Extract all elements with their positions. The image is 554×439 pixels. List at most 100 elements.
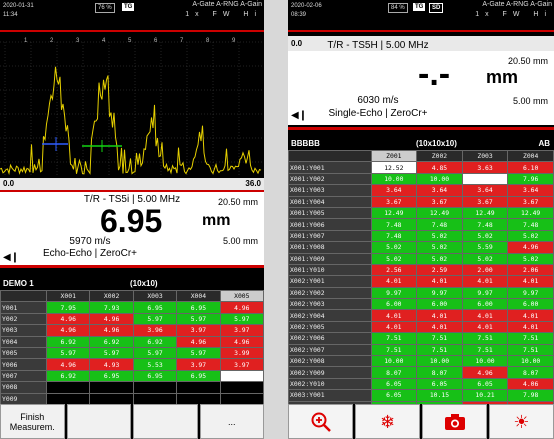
row-header[interactable]: Y008 — [0, 381, 48, 394]
row-header[interactable]: Y009 — [0, 392, 48, 405]
grid-cell[interactable]: 6.10 — [507, 161, 554, 174]
grid-cell[interactable]: 2.56 — [370, 263, 418, 277]
grid-cell[interactable]: 6.00 — [370, 298, 418, 311]
grid-cell[interactable]: 4.96 — [46, 358, 91, 371]
grid-cell[interactable]: 6.95 — [176, 301, 221, 314]
grid-cell[interactable]: 9.97 — [370, 286, 418, 300]
grid-cell[interactable]: 7.48 — [416, 218, 463, 231]
row-header[interactable]: X002:Y010 — [288, 377, 372, 391]
grid-cell[interactable]: 10.00 — [461, 355, 509, 368]
grid-cell[interactable]: 4.96 — [507, 241, 554, 254]
grid-cell[interactable]: 4.01 — [416, 275, 463, 288]
grid-cell[interactable]: 5.97 — [132, 312, 178, 326]
thickness-grid-table[interactable]: Z001 Z002 Z003 Z004 X001:Y001 12.52 4.85 3.63 6.… — [288, 149, 554, 414]
row-header[interactable]: X001:Y006 — [288, 218, 372, 231]
grid-cell[interactable]: 10.00 — [370, 172, 418, 186]
grid-cell[interactable]: 5.97 — [46, 346, 91, 360]
grid-cell[interactable]: 10.00 — [416, 355, 463, 368]
grid-cell[interactable]: 4.93 — [89, 358, 134, 371]
grid-cell[interactable]: 2.59 — [416, 263, 463, 277]
grid-cell[interactable]: 4.96 — [461, 366, 509, 379]
grid-cell[interactable]: 5.53 — [132, 358, 178, 371]
row-header[interactable]: X001:Y007 — [288, 229, 372, 243]
grid-cell[interactable]: 7.48 — [370, 229, 418, 243]
row-header[interactable]: X002:Y008 — [288, 355, 372, 368]
grid-cell[interactable]: 4.01 — [461, 275, 509, 288]
row-header[interactable]: X001:Y010 — [288, 263, 372, 277]
grid-cell[interactable]: 6.05 — [461, 377, 509, 391]
grid-cell[interactable]: 4.01 — [370, 320, 418, 334]
grid-cell[interactable]: 3.63 — [461, 161, 509, 174]
grid-cell[interactable]: 6.05 — [370, 389, 418, 402]
row-header[interactable]: Y006 — [0, 358, 48, 371]
grid-cell[interactable]: 3.67 — [507, 195, 554, 208]
grid-cell[interactable]: 5.97 — [132, 346, 178, 360]
grid-cell[interactable]: 3.64 — [416, 184, 463, 197]
grid-cell[interactable] — [89, 392, 134, 405]
snapshot-icon[interactable] — [422, 404, 487, 439]
grid-cell[interactable]: 7.48 — [370, 218, 418, 231]
grid-cell[interactable]: 6.92 — [46, 369, 91, 383]
row-header[interactable]: X002:Y005 — [288, 320, 372, 334]
grid-cell[interactable]: 3.64 — [461, 184, 509, 197]
grid-cell[interactable]: 10.00 — [416, 172, 463, 186]
grid-cell[interactable]: 4.01 — [507, 275, 554, 288]
grid-cell[interactable]: 4.96 — [89, 312, 134, 326]
grid-cell[interactable]: 3.64 — [507, 184, 554, 197]
grid-cell[interactable]: 3.67 — [461, 195, 509, 208]
grid-cell[interactable]: 7.51 — [370, 332, 418, 345]
grid-cell[interactable] — [219, 381, 264, 394]
grid-cell[interactable]: 6.00 — [416, 298, 463, 311]
column-header[interactable]: X003 — [132, 289, 178, 303]
grid-cell[interactable]: 7.51 — [507, 332, 554, 345]
grid-cell[interactable]: 5.02 — [461, 229, 509, 243]
grid-cell[interactable]: 5.02 — [370, 241, 418, 254]
row-header[interactable]: X001:Y001 — [288, 161, 372, 174]
grid-cell[interactable]: 12.49 — [461, 206, 509, 220]
grid-cell[interactable]: 7.51 — [416, 343, 463, 357]
grid-cell[interactable]: 7.48 — [461, 218, 509, 231]
row-header[interactable]: X002:Y006 — [288, 332, 372, 345]
grid-cell[interactable]: 7.51 — [370, 343, 418, 357]
grid-cell[interactable]: 4.06 — [507, 377, 554, 391]
row-header[interactable]: X001:Y004 — [288, 195, 372, 208]
grid-cell[interactable] — [461, 172, 509, 186]
row-header[interactable]: Y002 — [0, 312, 48, 326]
row-header[interactable]: Y004 — [0, 335, 48, 348]
row-header[interactable]: X002:Y001 — [288, 275, 372, 288]
grid-cell[interactable]: 5.02 — [416, 229, 463, 243]
grid-cell[interactable]: 6.95 — [89, 369, 134, 383]
grid-cell[interactable] — [132, 392, 178, 405]
grid-cell[interactable]: 3.64 — [370, 184, 418, 197]
column-header[interactable]: Z002 — [416, 149, 463, 163]
row-header[interactable]: X002:Y007 — [288, 343, 372, 357]
grid-cell[interactable]: 12.52 — [370, 161, 418, 174]
column-header[interactable]: Z003 — [461, 149, 509, 163]
speaker-icon[interactable]: ◀❙ — [3, 252, 19, 263]
row-header[interactable]: X001:Y005 — [288, 206, 372, 220]
brightness-icon[interactable]: ☀ — [489, 404, 554, 439]
grid-cell[interactable]: 10.15 — [416, 389, 463, 402]
grid-cell[interactable]: 5.02 — [507, 252, 554, 265]
grid-cell[interactable]: 5.97 — [219, 312, 264, 326]
column-header[interactable]: X004 — [176, 289, 221, 303]
grid-cell[interactable]: 8.07 — [507, 366, 554, 379]
grid-cell[interactable]: 5.02 — [416, 241, 463, 254]
grid-cell[interactable]: 5.97 — [176, 346, 221, 360]
grid-cell[interactable]: 7.98 — [507, 389, 554, 402]
row-header[interactable]: X001:Y003 — [288, 184, 372, 197]
grid-cell[interactable]: 2.00 — [461, 263, 509, 277]
grid-cell[interactable]: 3.97 — [176, 324, 221, 337]
gate-labels[interactable]: A-Gate A-RNG A-Gain — [482, 1, 552, 9]
finish-measurement-button[interactable]: Finish Measurem. — [0, 404, 65, 439]
grid-cell[interactable]: 7.51 — [507, 343, 554, 357]
grid-cell[interactable]: 9.97 — [416, 286, 463, 300]
grid-cell[interactable]: 9.97 — [461, 286, 509, 300]
grid-cell[interactable]: 6.95 — [176, 369, 221, 383]
softkey-3[interactable] — [133, 404, 198, 439]
grid-cell[interactable]: 7.93 — [89, 301, 134, 314]
thickness-grid-table[interactable]: X001 X002 X003 X004 X005 Y001 7.95 7.93 6.95 6.95… — [0, 289, 264, 405]
grid-cell[interactable] — [46, 381, 91, 394]
grid-cell[interactable] — [219, 369, 264, 383]
grid-cell[interactable]: 4.96 — [46, 324, 91, 337]
